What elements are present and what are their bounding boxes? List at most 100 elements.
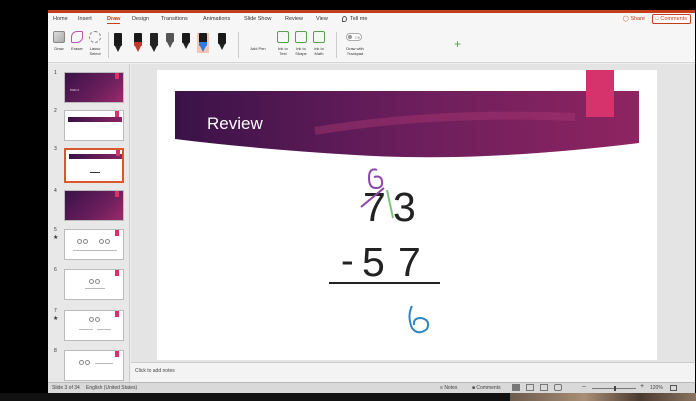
thumb-banner	[69, 154, 122, 159]
comments-label: Comments	[660, 16, 687, 22]
share-label: Share	[630, 16, 645, 22]
draw-with-trackpad-toggle[interactable]: Off	[346, 33, 362, 41]
thumbnail-slide-3[interactable]	[64, 148, 124, 183]
comments-status-label: Comments	[476, 385, 501, 391]
zoom-out-button[interactable]: –	[582, 383, 586, 390]
tab-home[interactable]: Home	[53, 16, 68, 22]
thumb-accent	[115, 270, 119, 276]
notes-pane[interactable]: Click to add notes	[131, 362, 695, 382]
pen-5-tip	[183, 43, 189, 49]
thumb-line	[85, 288, 105, 289]
thumb-accent	[115, 311, 119, 317]
thumbnail-slide-6[interactable]	[64, 269, 124, 300]
tell-me-search[interactable]: Tell me	[350, 16, 367, 22]
thumb-accent	[116, 150, 120, 156]
ink-borrow-digit	[367, 168, 384, 190]
thumb-circle	[89, 317, 94, 322]
ink-to-math-button[interactable]: Ink to Math	[310, 31, 328, 59]
slide-sorter-button[interactable]	[526, 384, 534, 391]
ribbon-divider	[108, 32, 109, 58]
tab-insert[interactable]: Insert	[78, 16, 92, 22]
pen-7-body	[218, 33, 226, 44]
tab-transitions[interactable]: Transitions	[161, 16, 188, 22]
comments-toggle[interactable]: ■ Comments	[472, 385, 501, 391]
thumbnail-slide-4[interactable]	[64, 190, 124, 221]
tab-draw[interactable]: Draw	[107, 16, 121, 24]
thumb-number: 8	[54, 348, 57, 354]
add-pen-button[interactable]: + Add Pen	[248, 31, 461, 59]
thumb-line	[95, 363, 113, 364]
draw-tool[interactable]: Draw	[50, 31, 68, 59]
eraser-tool[interactable]: Eraser	[68, 31, 86, 59]
share-button[interactable]: ◯ Share	[623, 16, 645, 22]
draw-label: Draw	[54, 46, 64, 51]
powerpoint-window: Home Insert Draw Design Transitions Anim…	[48, 10, 695, 393]
lasso-select-tool[interactable]: Lasso Select	[86, 31, 104, 59]
draw-ribbon: Draw Eraser Lasso Select + Add Pen Ink t…	[48, 28, 695, 63]
pen-7[interactable]	[218, 33, 226, 53]
ink-to-math-label: Ink to Math	[314, 46, 324, 56]
thumb-accent	[115, 111, 119, 117]
pen-3[interactable]	[150, 33, 158, 53]
thumb-circle	[105, 239, 110, 244]
pen-1-tip	[115, 46, 121, 52]
zoom-in-button[interactable]: +	[640, 383, 644, 390]
tab-design[interactable]: Design	[132, 16, 149, 22]
thumb-circle	[99, 239, 104, 244]
ink-to-shape-icon	[295, 31, 307, 43]
thumb-number: 4	[54, 188, 57, 194]
zoom-level[interactable]: 120%	[650, 385, 663, 391]
thumbnail-slide-1[interactable]: POD 2	[64, 72, 124, 103]
comments-button[interactable]: □ Comments	[651, 14, 691, 24]
slide-position: Slide 3 of 34	[52, 385, 80, 391]
slide-thumbnails-pane: 1 POD 2 2 3 4 5 ★ 6 7 ★ 8	[48, 64, 130, 382]
slideshow-button[interactable]	[554, 384, 562, 391]
pen-6-body	[199, 33, 207, 46]
tab-slide-show[interactable]: Slide Show	[244, 16, 272, 22]
tab-review[interactable]: Review	[285, 16, 303, 22]
thumb-number: 6	[54, 267, 57, 273]
notes-toggle[interactable]: ≡ Notes	[440, 385, 457, 391]
thumb-circle	[77, 239, 82, 244]
thumb-line	[97, 329, 111, 330]
pen-5[interactable]	[182, 33, 190, 53]
thumb-title: POD 2	[70, 88, 80, 92]
ink-to-shape-button[interactable]: Ink to Shape	[292, 31, 310, 59]
language-indicator[interactable]: English (United States)	[86, 385, 137, 391]
ink-answer-digit	[408, 305, 430, 334]
add-pen-icon: +	[454, 37, 462, 51]
star-icon: ★	[53, 316, 59, 322]
thumbnail-slide-2[interactable]	[64, 110, 124, 141]
tab-animations[interactable]: Animations	[203, 16, 230, 22]
ink-annotations	[329, 168, 440, 334]
thumb-line	[90, 172, 100, 173]
pen-6-selected[interactable]	[197, 33, 209, 53]
lightbulb-icon	[342, 16, 347, 22]
notes-placeholder[interactable]: Click to add notes	[135, 368, 175, 374]
pen-2[interactable]	[134, 33, 142, 53]
pen-6-tip	[200, 46, 206, 52]
pen-1[interactable]	[114, 33, 122, 53]
ink-to-text-button[interactable]: Ink to Text	[274, 31, 292, 59]
zoom-slider-handle[interactable]	[614, 386, 616, 391]
thumb-circle	[95, 279, 100, 284]
status-bar: Slide 3 of 34 English (United States) ≡ …	[48, 382, 695, 393]
thumb-accent	[115, 230, 119, 236]
slide-editor[interactable]: Review 7 3 - 5 7	[131, 64, 695, 362]
thumbnail-slide-5[interactable]	[64, 229, 124, 260]
thumb-number: 2	[54, 108, 57, 114]
thumb-circle	[83, 239, 88, 244]
pen-3-body	[150, 33, 158, 46]
tab-view[interactable]: View	[316, 16, 328, 22]
normal-view-button[interactable]	[512, 384, 520, 391]
add-pen-label: Add Pen	[250, 46, 266, 51]
thumbnail-slide-8[interactable]	[64, 350, 124, 381]
fit-to-window-icon[interactable]	[670, 385, 677, 391]
thumbnail-slide-7[interactable]	[64, 310, 124, 341]
pen-2-tip	[135, 46, 141, 52]
reading-view-button[interactable]	[540, 384, 548, 391]
draw-icon	[53, 31, 65, 43]
pen-4[interactable]	[166, 33, 174, 53]
current-slide[interactable]: Review 7 3 - 5 7	[157, 70, 657, 360]
ink-to-math-icon	[313, 31, 325, 43]
